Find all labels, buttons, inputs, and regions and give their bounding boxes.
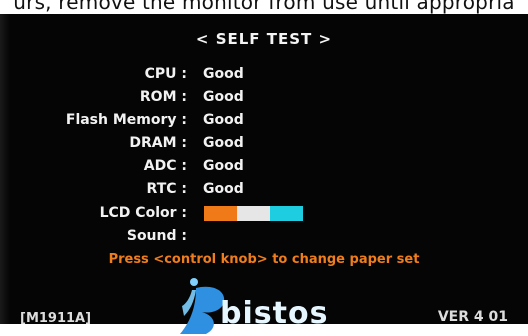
color-swatch-white xyxy=(237,206,270,221)
result-row-cpu: CPU : Good xyxy=(0,66,528,88)
result-value: Good xyxy=(203,66,244,82)
result-value: Good xyxy=(203,135,244,151)
result-value: Good xyxy=(203,181,244,197)
result-label: DRAM : xyxy=(129,135,187,151)
result-value: Good xyxy=(203,158,244,174)
color-swatch-cyan xyxy=(270,206,303,221)
result-row-lcd-color: LCD Color : xyxy=(0,205,528,227)
self-test-title: < SELF TEST > xyxy=(195,30,333,48)
result-value: Good xyxy=(203,112,244,128)
result-row-sound: Sound : xyxy=(0,228,528,250)
result-row-rom: ROM : Good xyxy=(0,89,528,111)
sound-label: Sound : xyxy=(126,228,187,244)
result-value: Good xyxy=(203,89,244,105)
result-label: RTC : xyxy=(146,181,187,197)
lcd-color-swatches xyxy=(204,206,303,221)
result-label: CPU : xyxy=(144,66,187,82)
version-label: VER 4 01 xyxy=(437,309,508,325)
result-label: Flash Memory : xyxy=(65,112,187,128)
result-label: ROM : xyxy=(139,89,187,105)
hint-text: Press <control knob> to change paper set xyxy=(108,252,420,267)
result-row-adc: ADC : Good xyxy=(0,158,528,180)
caption-text: urs, remove the monitor from use until a… xyxy=(0,0,528,14)
result-label: ADC : xyxy=(143,158,187,174)
lcd-color-label: LCD Color : xyxy=(99,205,187,221)
result-row-rtc: RTC : Good xyxy=(0,181,528,203)
color-swatch-orange xyxy=(204,206,237,221)
result-row-flash-memory: Flash Memory : Good xyxy=(0,112,528,134)
result-row-dram: DRAM : Good xyxy=(0,135,528,157)
brand-name: bistos xyxy=(220,296,329,331)
